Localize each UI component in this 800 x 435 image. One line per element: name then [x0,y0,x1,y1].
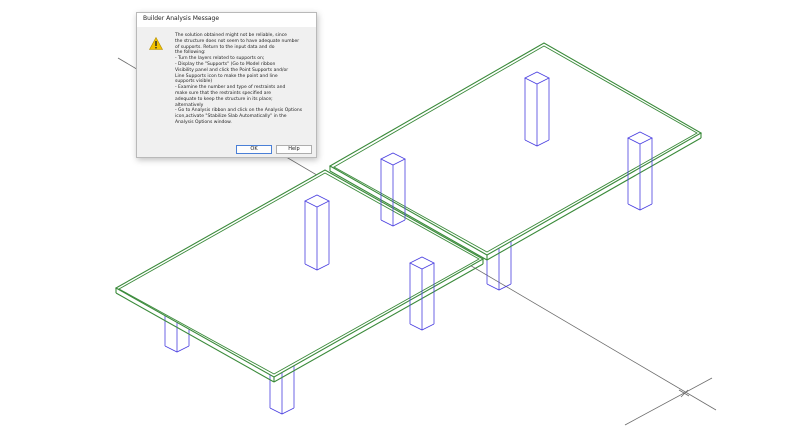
builder-analysis-message-dialog[interactable]: Builder Analysis Message The solution ob… [136,12,317,158]
message-line: Analysis Options window. [175,119,232,125]
ok-button[interactable]: OK [236,145,272,154]
model-viewport[interactable]: Builder Analysis Message The solution ob… [0,0,800,435]
message-line: the structure does not seem to have adeq… [175,38,300,44]
help-button[interactable]: Help [276,145,312,154]
structure-model[interactable] [0,0,800,435]
dialog-message: The solution obtained might not be relia… [175,33,313,126]
dialog-titlebar[interactable]: Builder Analysis Message [137,13,316,27]
dialog-title: Builder Analysis Message [143,15,220,22]
global-axis-line [624,377,713,426]
warning-icon [149,37,163,50]
